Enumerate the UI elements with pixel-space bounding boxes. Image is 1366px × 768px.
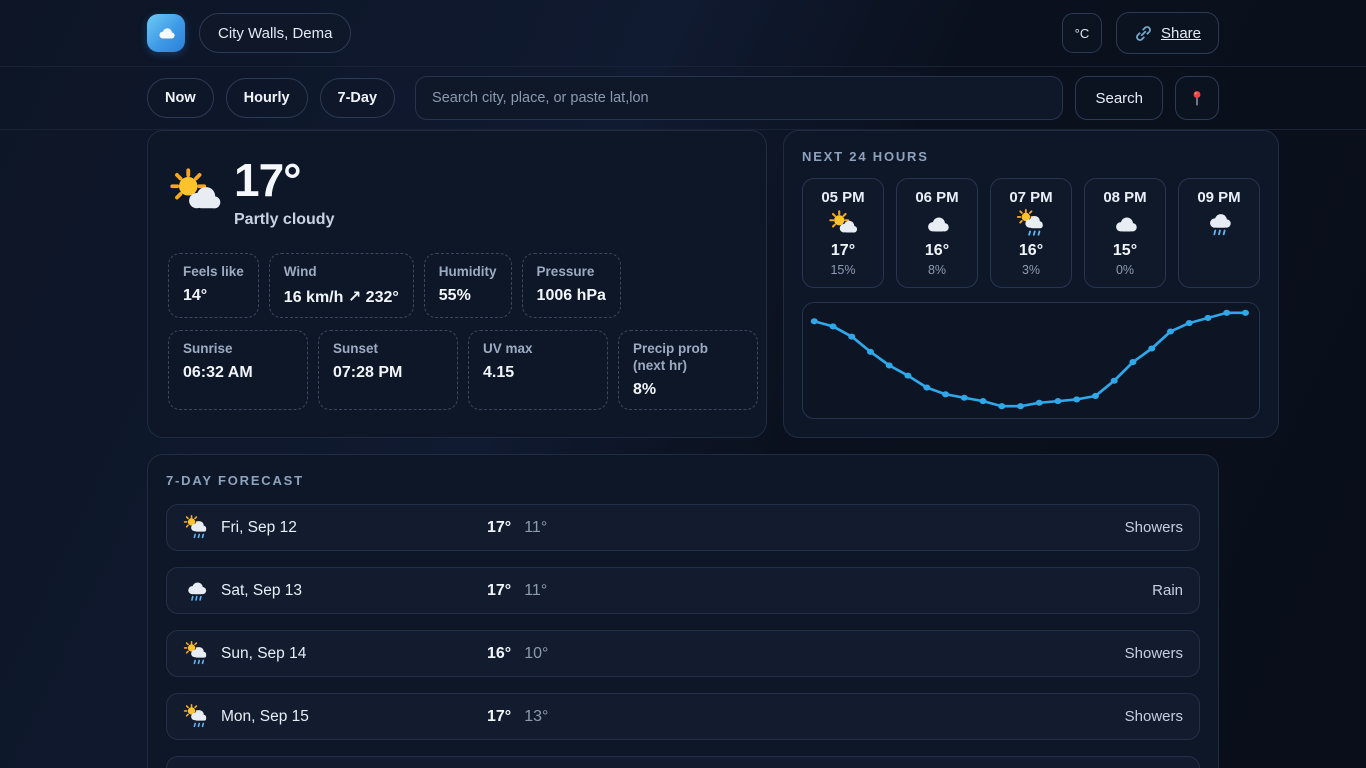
day-weather-icon <box>183 641 209 667</box>
current-conditions-card: 17° Partly cloudy Feels like 14° Wind 16… <box>147 130 767 438</box>
day-condition: Showers <box>1125 645 1183 662</box>
hourly-scroller[interactable]: 05 PM 17° 15% 06 PM 16° 8% 07 PM 16° 3% <box>802 178 1260 288</box>
search-input[interactable] <box>415 76 1063 120</box>
day-row-sat[interactable]: Sat, Sep 13 17° 11° Rain <box>166 567 1200 614</box>
stat-tile-feels-like: Feels like 14° <box>168 253 259 318</box>
day-condition: Showers <box>1125 519 1183 536</box>
hour-weather-icon <box>1110 209 1140 239</box>
day-low-temp: 13° <box>524 708 548 726</box>
day-weather-icon <box>183 515 209 541</box>
current-temperature: 17° <box>234 157 334 203</box>
day-low-temp: 11° <box>524 582 547 600</box>
day-high-temp: 17° <box>487 519 511 537</box>
hour-weather-icon <box>1204 209 1234 239</box>
day-low-temp: 11° <box>524 519 547 537</box>
hour-weather-icon <box>1016 209 1046 239</box>
hour-chip: 05 PM 17° 15% <box>802 178 884 288</box>
app-header: City Walls, Dema °C Share Now Hourly 7-D… <box>0 0 1366 130</box>
hour-chip: 07 PM 16° 3% <box>990 178 1072 288</box>
hour-weather-icon <box>828 209 858 239</box>
hourly-temp-chart-box <box>802 302 1260 419</box>
day-high-temp: 17° <box>487 708 511 726</box>
stat-tile-sunrise: Sunrise 06:32 AM <box>168 330 308 410</box>
main-content: 17° Partly cloudy Feels like 14° Wind 16… <box>147 130 1219 768</box>
hourly-temp-chart <box>803 303 1259 418</box>
hourly-heading: NEXT 24 HOURS <box>802 149 1260 164</box>
app-logo <box>147 14 185 52</box>
day-weather-icon <box>183 578 209 604</box>
day-condition: Showers <box>1125 708 1183 725</box>
hour-chip: 09 PM <box>1178 178 1260 288</box>
stat-tile-wind: Wind 16 km/h ↗ 232° <box>269 253 414 318</box>
current-condition-text: Partly cloudy <box>234 211 334 229</box>
seven-day-forecast-card: 7-DAY FORECAST Fri, Sep 12 17° 11° Showe… <box>147 454 1219 768</box>
current-weather-icon <box>168 166 222 220</box>
share-label: Share <box>1161 25 1201 42</box>
unit-toggle-button[interactable]: °C <box>1062 13 1102 53</box>
hour-chip: 06 PM 16° 8% <box>896 178 978 288</box>
link-icon <box>1134 24 1153 43</box>
share-button[interactable]: Share <box>1116 12 1219 54</box>
search-button[interactable]: Search <box>1075 76 1163 120</box>
day-weather-icon <box>183 704 209 730</box>
pushpin-icon <box>1187 88 1207 108</box>
stat-tile-sunset: Sunset 07:28 PM <box>318 330 458 410</box>
day-row-mon[interactable]: Mon, Sep 15 17° 13° Showers <box>166 693 1200 740</box>
cloud-logo-icon <box>155 22 177 44</box>
daily-heading: 7-DAY FORECAST <box>166 473 1200 488</box>
stat-tile-uv-max: UV max 4.15 <box>468 330 608 410</box>
day-high-temp: 17° <box>487 582 511 600</box>
day-row-partial[interactable] <box>166 756 1200 768</box>
location-label: City Walls, Dema <box>218 25 332 42</box>
tab-hourly[interactable]: Hourly <box>226 78 308 118</box>
day-row-sun[interactable]: Sun, Sep 14 16° 10° Showers <box>166 630 1200 677</box>
tab-now[interactable]: Now <box>147 78 214 118</box>
geolocate-button[interactable] <box>1175 76 1219 120</box>
day-condition: Rain <box>1152 582 1183 599</box>
tab-7day[interactable]: 7-Day <box>320 78 396 118</box>
stat-tile-humidity: Humidity 55% <box>424 253 512 318</box>
day-high-temp: 16° <box>487 645 511 663</box>
next-24-hours-card: NEXT 24 HOURS 05 PM 17° 15% 06 PM 16° 8%… <box>783 130 1279 438</box>
stat-tile-precip-prob: Precip prob (next hr) 8% <box>618 330 758 410</box>
day-row-fri[interactable]: Fri, Sep 12 17° 11° Showers <box>166 504 1200 551</box>
hour-weather-icon <box>922 209 952 239</box>
location-chip[interactable]: City Walls, Dema <box>199 13 351 53</box>
hour-chip: 08 PM 15° 0% <box>1084 178 1166 288</box>
day-low-temp: 10° <box>524 645 548 663</box>
stat-tile-pressure: Pressure 1006 hPa <box>522 253 621 318</box>
